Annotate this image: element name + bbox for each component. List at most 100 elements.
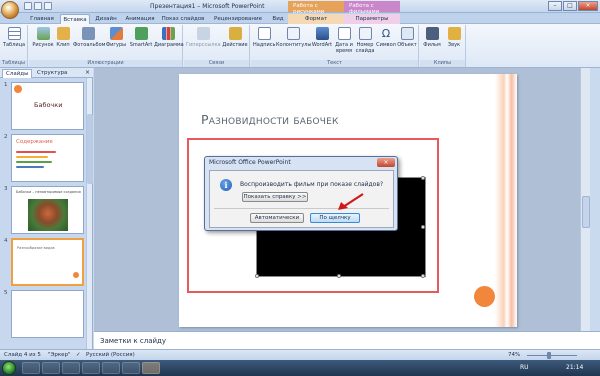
zoom-slider-knob[interactable] — [547, 352, 551, 359]
taskbar-explorer-icon[interactable] — [42, 362, 60, 374]
dialog-close-button[interactable]: × — [377, 158, 395, 167]
hyperlink-button[interactable]: Гиперссылка — [186, 27, 221, 48]
slide-counter: Слайд 4 из 5 — [4, 352, 41, 358]
save-icon[interactable] — [24, 2, 32, 10]
editor-scroll-thumb[interactable] — [582, 196, 590, 228]
thumb-number: 4 — [4, 238, 8, 244]
group-label: Клипы мультимедиа — [420, 60, 465, 73]
resize-handle[interactable] — [421, 176, 425, 180]
tray-language[interactable]: RU — [520, 364, 529, 371]
tab-review[interactable]: Рецензирование — [208, 14, 268, 24]
editor-scrollbar[interactable] — [580, 68, 590, 331]
picture-button[interactable]: Рисунок — [32, 27, 54, 48]
object-label: Объект — [397, 42, 417, 48]
pane-scroll-thumb[interactable] — [87, 114, 93, 184]
chart-label: Диаграмма — [154, 42, 184, 48]
datetime-label: Дата и время — [335, 42, 353, 54]
on-click-button[interactable]: По щелчку — [310, 213, 360, 223]
slide-number-button[interactable]: Номер слайда — [355, 27, 375, 54]
tab-format[interactable]: Формат — [288, 14, 344, 24]
notes-pane[interactable]: Заметки к слайду — [94, 331, 600, 349]
clip-button[interactable]: Клип — [54, 27, 72, 48]
table-button[interactable]: Таблица — [2, 27, 26, 48]
undo-icon[interactable] — [34, 2, 42, 10]
slide-decoration-stripe — [495, 74, 517, 327]
tab-slides[interactable]: Слайды — [2, 69, 33, 78]
tab-slideshow[interactable]: Показ слайдов — [158, 14, 208, 24]
resize-handle[interactable] — [421, 274, 425, 278]
start-button[interactable] — [2, 361, 16, 375]
movie-label: Фильм — [423, 42, 441, 48]
sound-button[interactable]: Звук — [444, 27, 464, 48]
dialog-message: Воспроизводить фильм при показе слайдов? — [240, 181, 384, 188]
chart-button[interactable]: Диаграмма — [154, 27, 184, 48]
thumb-title: Содержание — [16, 139, 53, 145]
tray-clock[interactable]: 21:14 — [566, 364, 583, 371]
ribbon: Таблица Таблицы Рисунок Клип Фотоальбом … — [0, 24, 600, 73]
thumb-text-line — [16, 161, 52, 163]
show-help-button[interactable]: Показать справку >> — [242, 192, 308, 202]
table-icon — [7, 27, 21, 40]
taskbar-app-icon[interactable] — [122, 362, 140, 374]
thumb-text-line — [16, 156, 48, 158]
close-button[interactable]: × — [578, 1, 598, 11]
clip-label: Клип — [56, 42, 70, 48]
zoom-slider-track[interactable] — [527, 355, 577, 356]
header-footer-button[interactable]: Колонтитулы — [276, 27, 311, 48]
object-button[interactable]: Объект — [397, 27, 417, 48]
tab-view[interactable]: Вид — [268, 14, 288, 24]
slide-title[interactable]: Разновидности бабочек — [201, 112, 339, 127]
hyperlink-icon — [196, 27, 210, 40]
pane-tabs: Слайды Структура × — [0, 68, 93, 78]
thumb-title: Бабочки — [34, 101, 63, 109]
wordart-label: WordArt — [311, 42, 333, 48]
action-button[interactable]: Действие — [222, 27, 248, 48]
resize-handle[interactable] — [255, 274, 259, 278]
slide-number-icon — [358, 27, 372, 40]
movie-button[interactable]: Фильм — [422, 27, 442, 48]
zoom-level[interactable]: 74% — [508, 352, 520, 358]
redo-icon[interactable] — [44, 2, 52, 10]
close-icon[interactable]: × — [85, 69, 90, 76]
resize-handle[interactable] — [421, 225, 425, 229]
context-picture-tools: Работа с рисунками — [288, 1, 344, 15]
group-label: Иллюстрации — [29, 60, 182, 67]
tab-insert[interactable]: Вставка — [60, 14, 90, 24]
tab-options[interactable]: Параметры — [344, 14, 400, 24]
group-label: Таблицы — [0, 60, 27, 67]
automatically-button[interactable]: Автоматически — [250, 213, 304, 223]
thumb-text-line — [16, 151, 56, 153]
taskbar-app-icon[interactable] — [102, 362, 120, 374]
spellcheck-icon[interactable]: ✓ — [76, 352, 81, 358]
symbol-button[interactable]: Ω Символ — [376, 27, 396, 48]
thumb-frame — [11, 290, 84, 338]
notes-placeholder[interactable]: Заметки к слайду — [100, 337, 166, 345]
speaker-icon — [447, 27, 461, 40]
tab-design[interactable]: Дизайн — [90, 14, 122, 24]
textbox-button[interactable]: Надпись — [253, 27, 276, 48]
picture-label: Рисунок — [32, 42, 54, 48]
smartart-label: SmartArt — [129, 42, 153, 48]
taskbar-media-icon[interactable] — [62, 362, 80, 374]
tab-animation[interactable]: Анимация — [122, 14, 158, 24]
wordart-button[interactable]: WordArt — [311, 27, 333, 48]
taskbar-ie-icon[interactable] — [22, 362, 40, 374]
smartart-button[interactable]: SmartArt — [129, 27, 153, 48]
thumb-number: 1 — [4, 82, 8, 88]
tab-home[interactable]: Главная — [24, 14, 60, 24]
datetime-button[interactable]: Дата и время — [334, 27, 354, 54]
thumb-frame-selected: Разнообразие видов — [11, 238, 84, 286]
pane-scrollbar[interactable] — [86, 78, 93, 349]
office-button[interactable] — [1, 1, 19, 19]
shapes-button[interactable]: Фигуры — [105, 27, 127, 48]
minimize-button[interactable]: – — [548, 1, 562, 11]
info-icon: i — [220, 179, 232, 191]
thumb-title: Бабочки – неповторимые создания — [16, 190, 81, 194]
resize-handle[interactable] — [337, 274, 341, 278]
maximize-button[interactable]: □ — [563, 1, 577, 11]
photoalbum-button[interactable]: Фотоальбом — [73, 27, 105, 48]
language[interactable]: Русский (Россия) — [86, 352, 135, 358]
taskbar-app-icon[interactable] — [82, 362, 100, 374]
taskbar-powerpoint-icon[interactable] — [142, 362, 160, 374]
tab-outline[interactable]: Структура — [34, 69, 70, 78]
